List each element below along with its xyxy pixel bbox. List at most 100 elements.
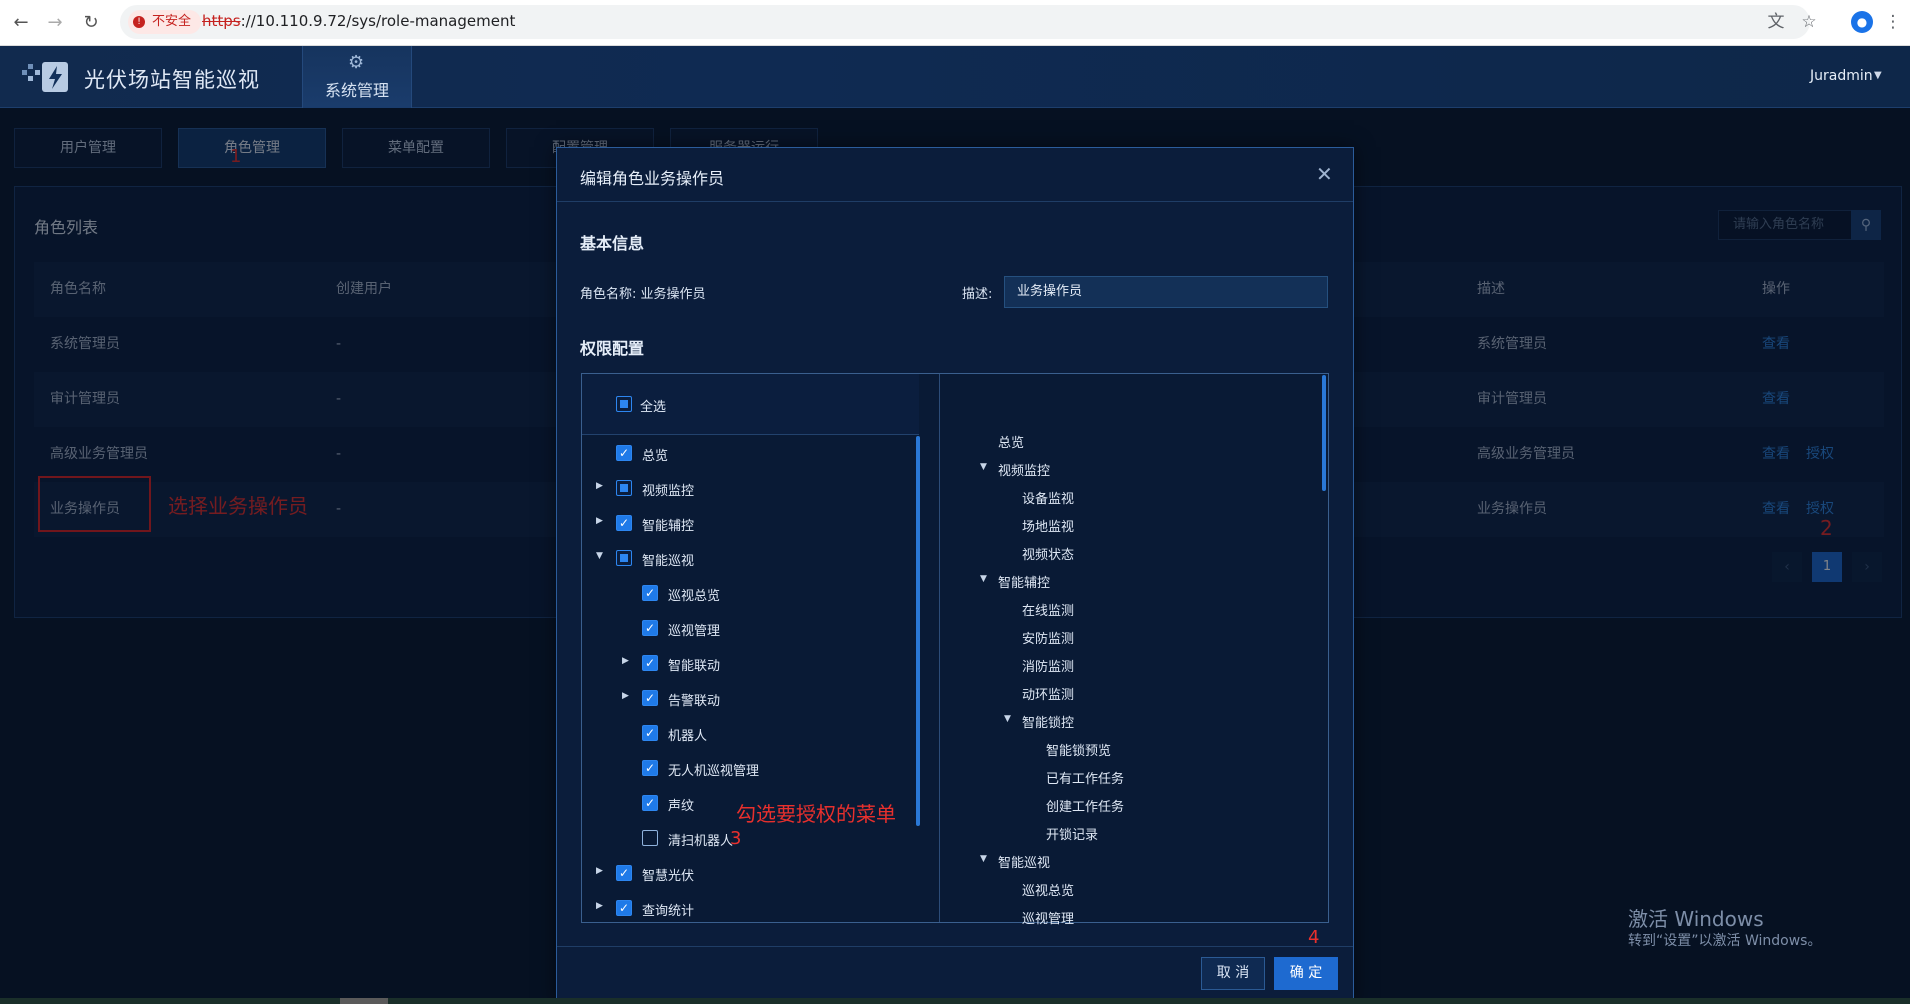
role-name-label-text: 角色名称: [580,287,637,302]
tree-checkbox[interactable]: ✓ [616,445,632,461]
translate-icon[interactable]: 文 [1765,11,1787,33]
tree-node-label[interactable]: 查询统计 [642,900,694,919]
collapse-caret-icon[interactable]: ▶ [596,516,603,526]
tree-checkbox[interactable]: ✓ [642,760,658,776]
app-header [0,46,1910,108]
expand-caret-icon[interactable]: ▼ [596,551,603,561]
tree-node-label[interactable]: 巡视管理 [668,620,720,639]
tree-node-label[interactable]: 告警联动 [668,690,720,709]
annotation-step-3: 3 [730,828,742,849]
windows-activation-hint: 转到“设置”以激活 Windows。 [1628,933,1822,949]
select-all-bar [582,374,919,435]
gear-icon: ⚙ [348,52,365,73]
logo-icon [22,62,68,92]
menu-tree-node[interactable]: 巡视总览 [1022,880,1074,899]
tree-node-label[interactable]: 巡视总览 [668,585,720,604]
collapse-caret-icon[interactable]: ▶ [596,866,603,876]
desc-input[interactable]: 业务操作员 [1004,276,1328,308]
tree-node-label[interactable]: 总览 [642,445,668,464]
tree-checkbox[interactable]: ✓ [642,655,658,671]
tree-node-label[interactable]: 声纹 [668,795,694,814]
perm-config-heading: 权限配置 [580,339,645,358]
menu-tree-node[interactable]: 智能巡视 [998,852,1050,871]
app-title: 光伏场站智能巡视 [84,68,260,92]
reload-icon[interactable]: ↻ [78,10,104,36]
tree-checkbox[interactable]: ✓ [642,725,658,741]
menu-tree-node[interactable]: 开锁记录 [1046,824,1098,843]
menu-tree-node[interactable]: 视频状态 [1022,544,1074,563]
system-management-label: 系统管理 [324,81,389,100]
menu-tree-node[interactable]: 消防监测 [1022,656,1074,675]
tree-divider [939,374,940,922]
desc-label: 描述: [962,287,993,302]
annotation-check-menu: 勾选要授权的菜单 [736,802,896,826]
bottom-strip [0,998,1910,1004]
back-icon[interactable]: ← [8,10,34,36]
tree-checkbox[interactable]: ✓ [616,515,632,531]
bottom-strip-thumb [340,998,388,1004]
warning-icon: ! [133,16,145,28]
star-icon[interactable]: ☆ [1798,11,1820,33]
menu-tree-node[interactable]: 安防监测 [1022,628,1074,647]
collapse-caret-icon[interactable]: ▶ [596,481,603,491]
menu-tree-node[interactable]: 视频监控 [998,460,1050,479]
tree-checkbox[interactable]: ✓ [642,620,658,636]
windows-activation-title: 激活 Windows [1628,907,1764,931]
expand-caret-icon[interactable]: ▼ [980,854,987,864]
tree-checkbox[interactable] [616,480,632,496]
url-scheme: https [202,12,241,30]
tree-node-label[interactable]: 智慧光伏 [642,865,694,884]
url-text[interactable]: https://10.110.9.72/sys/role-management [202,12,515,30]
confirm-button[interactable]: 确 定 [1274,957,1338,990]
select-all-label: 全选 [640,400,667,415]
tree-checkbox[interactable]: ✓ [616,900,632,916]
tree-node-label[interactable]: 智能辅控 [642,515,694,534]
tree-checkbox[interactable] [642,830,658,846]
url-path: ://10.110.9.72/sys/role-management [240,12,516,30]
menu-tree-node[interactable]: 智能锁控 [1022,712,1074,731]
tree-node-label[interactable]: 无人机巡视管理 [668,760,759,779]
tree-checkbox[interactable]: ✓ [642,795,658,811]
dialog-title: 编辑角色业务操作员 [580,169,725,188]
role-name-label: 角色名称: 业务操作员 [580,283,706,302]
menu-tree-node[interactable]: 在线监测 [1022,600,1074,619]
menu-tree-node[interactable]: 创建工作任务 [1046,796,1124,815]
select-all-checkbox[interactable] [616,396,632,412]
left-scrollbar[interactable] [916,436,920,826]
menu-tree-node[interactable]: 智能辅控 [998,572,1050,591]
tree-node-label[interactable]: 清扫机器人 [668,830,733,849]
close-icon[interactable]: ✕ [1316,162,1333,186]
forward-icon[interactable]: → [42,10,68,36]
tree-node-label[interactable]: 视频监控 [642,480,694,499]
user-name[interactable]: Juradmin [1810,68,1873,84]
menu-tree-node[interactable]: 动环监测 [1022,684,1074,703]
tree-node-label[interactable]: 机器人 [668,725,707,744]
menu-tree-node[interactable]: 巡视管理 [1022,908,1074,927]
tree-node-label[interactable]: 智能巡视 [642,550,694,569]
tree-checkbox[interactable]: ✓ [616,865,632,881]
collapse-caret-icon[interactable]: ▶ [596,901,603,911]
dialog-divider [557,201,1353,202]
menu-tree-node[interactable]: 智能锁预览 [1046,740,1111,759]
profile-icon[interactable]: ● [1851,11,1873,33]
cancel-button[interactable]: 取 消 [1201,957,1265,990]
menu-tree-node[interactable]: 已有工作任务 [1046,768,1124,787]
expand-caret-icon[interactable]: ▼ [980,462,987,472]
expand-caret-icon[interactable]: ▼ [980,574,987,584]
expand-caret-icon[interactable]: ▼ [1004,714,1011,724]
right-scrollbar[interactable] [1322,375,1326,491]
menu-tree-node[interactable]: 场地监视 [1022,516,1074,535]
collapse-caret-icon[interactable]: ▶ [622,656,629,666]
insecure-label: 不安全 [152,14,192,29]
annotation-step-4: 4 [1308,927,1320,948]
menu-tree-node[interactable]: 设备监视 [1022,488,1074,507]
tree-checkbox[interactable]: ✓ [642,585,658,601]
more-icon[interactable]: ⋮ [1882,11,1904,33]
tree-node-label[interactable]: 智能联动 [668,655,720,674]
caret-down-icon[interactable]: ▼ [1874,70,1882,81]
tree-checkbox[interactable]: ✓ [642,690,658,706]
menu-tree-node[interactable]: 总览 [998,432,1024,451]
tree-checkbox[interactable] [616,550,632,566]
role-name-value: 业务操作员 [640,287,706,302]
collapse-caret-icon[interactable]: ▶ [622,691,629,701]
